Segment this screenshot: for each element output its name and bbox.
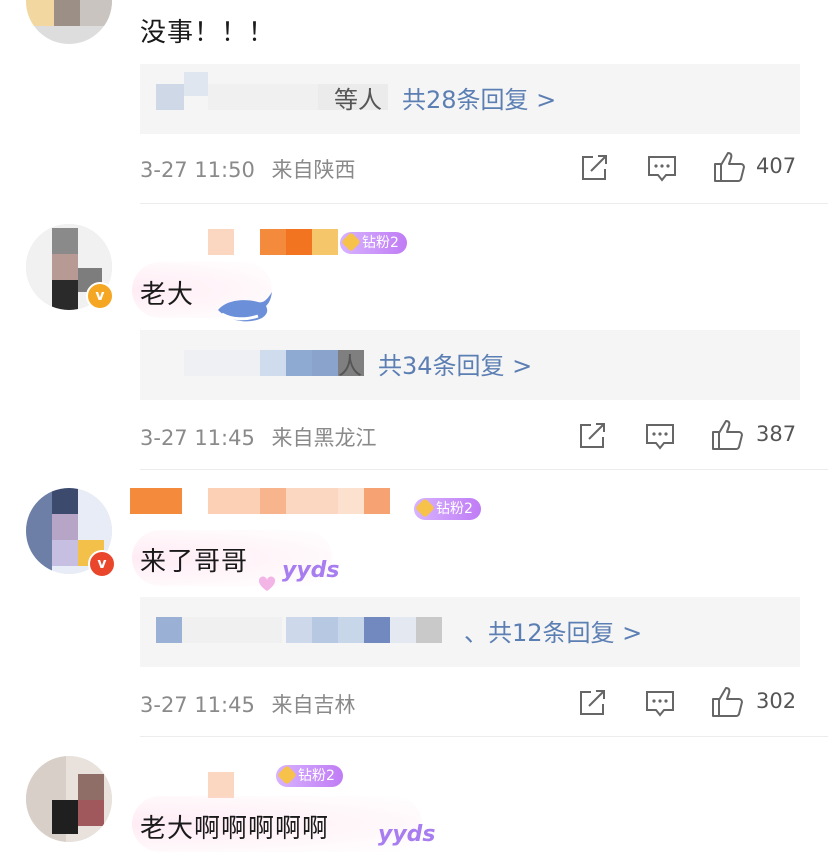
view-replies-link[interactable]: 共28条回复 > [402,80,556,115]
comment-time: 3-27 11:45 [140,426,255,450]
reply-users: 人 [338,352,362,380]
fan-badge: 钻粉2 [340,232,407,254]
comment-button[interactable] [644,688,676,718]
heart-icon [258,576,276,591]
like-count: 302 [756,689,797,713]
reply-preview[interactable]: 等人 共28条回复 > [140,64,800,134]
divider [140,203,828,204]
comment-meta: 3-27 11:50 来自陕西 [140,154,356,184]
comment-meta: 3-27 11:45 来自黑龙江 [140,422,377,452]
share-icon [582,155,607,180]
like-button[interactable] [712,150,748,184]
thumbs-up-icon [714,152,745,182]
comment-meta: 3-27 11:45 来自吉林 [140,689,356,719]
verified-badge: v [88,550,116,578]
avatar[interactable] [26,756,112,842]
thumbs-up-icon [712,687,743,717]
divider [140,469,828,470]
yyds-sticker: yyds [282,558,340,583]
comment-time: 3-27 11:45 [140,693,255,717]
comment-text: 老大 [140,280,195,310]
view-replies-link[interactable]: 、共12条回复 > [464,613,642,648]
share-icon [580,423,605,448]
reply-users: 等人 [334,86,382,114]
comment-text: 老大啊啊啊啊啊 [140,814,330,844]
comment-text: 来了哥哥 [140,547,249,577]
like-button[interactable] [710,685,746,719]
thumbs-up-icon [712,420,743,450]
whale-sticker-icon [218,292,272,322]
comment-time: 3-27 11:50 [140,158,255,182]
share-button[interactable] [577,688,609,718]
divider [140,736,828,737]
view-replies-link[interactable]: 共34条回复 > [378,346,532,381]
comment-location: 来自陕西 [271,158,356,182]
comment-button[interactable] [644,421,676,451]
comment-icon [646,691,674,717]
fan-badge: 钻粉2 [276,765,343,787]
like-button[interactable] [710,418,746,452]
yyds-sticker: yyds [378,822,436,847]
reply-preview[interactable]: 人 共34条回复 > [140,330,800,400]
like-count: 407 [756,154,797,178]
comment-text: 没事！！！ [140,18,276,48]
comment-location: 来自吉林 [271,693,356,717]
comment-icon [646,424,674,450]
reply-preview[interactable]: 、共12条回复 > [140,597,800,667]
share-icon [580,690,605,715]
share-button[interactable] [579,153,611,183]
verified-badge: v [86,282,114,310]
share-button[interactable] [577,421,609,451]
username[interactable] [130,488,420,516]
like-count: 387 [756,422,797,446]
avatar[interactable] [26,0,112,44]
comment-button[interactable] [646,153,678,183]
fan-badge: 钻粉2 [414,498,481,520]
comment-location: 来自黑龙江 [271,426,377,450]
comment-icon [648,156,676,182]
